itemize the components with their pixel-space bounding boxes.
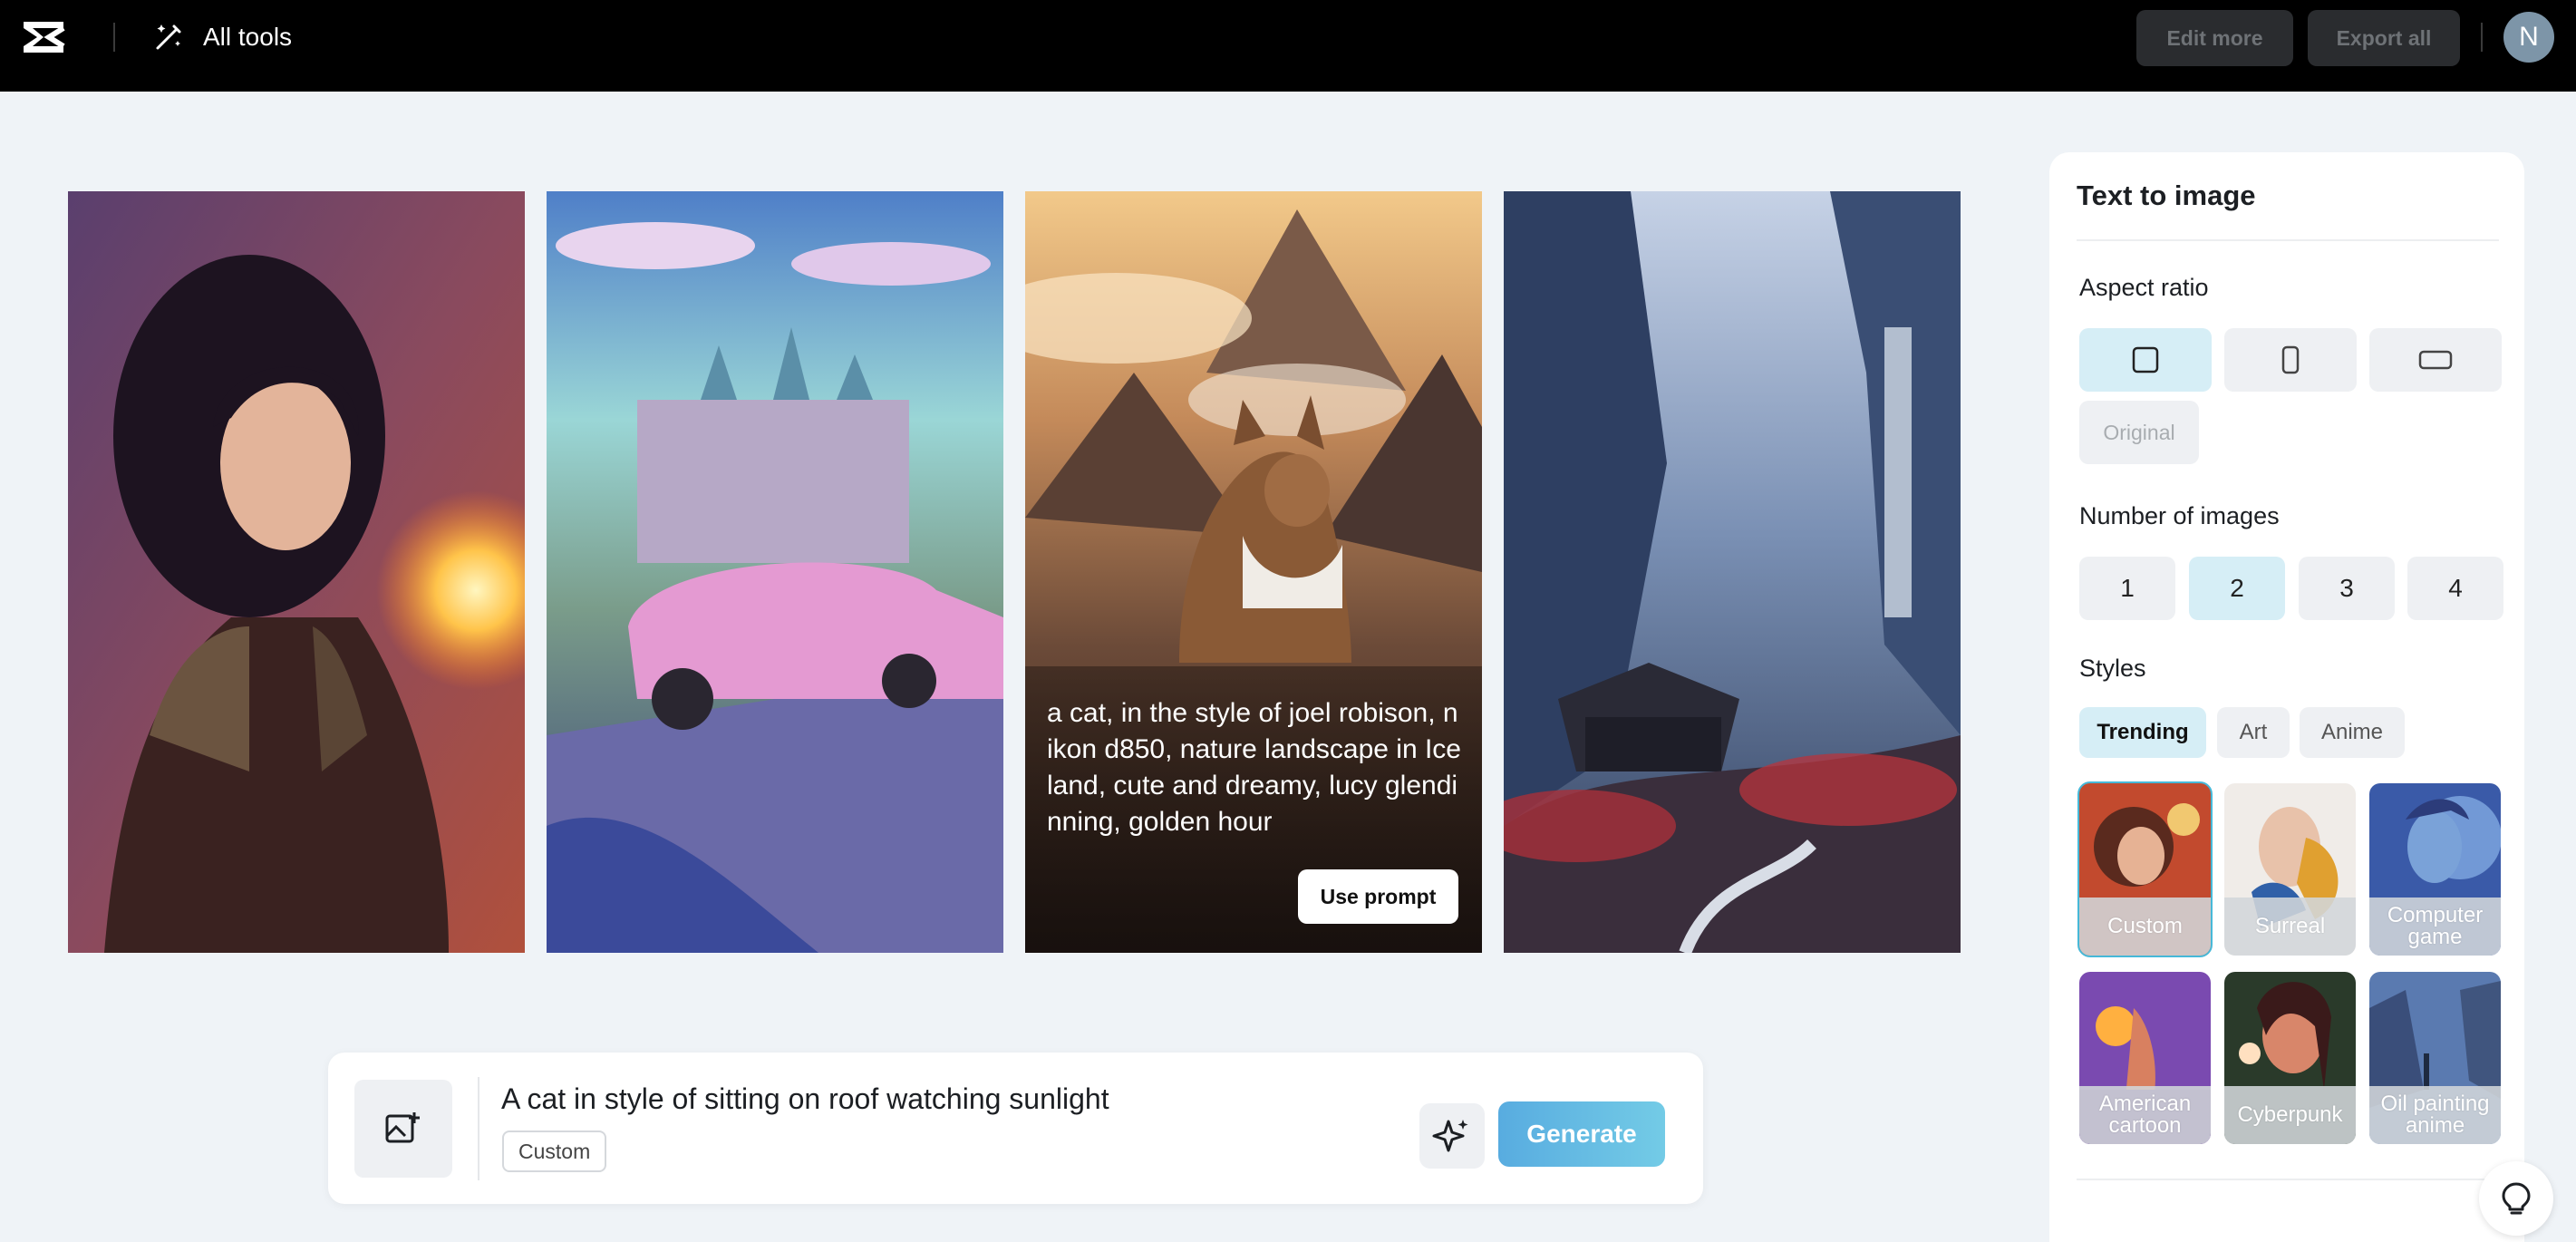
style-card-label: Computer game bbox=[2369, 898, 2501, 956]
image-count-1[interactable]: 1 bbox=[2079, 557, 2175, 620]
capcut-logo-icon[interactable] bbox=[20, 18, 67, 56]
image-count-3[interactable]: 3 bbox=[2299, 557, 2395, 620]
style-card-label: Cyberpunk bbox=[2224, 1086, 2356, 1144]
style-card-american-cartoon[interactable]: American cartoon bbox=[2079, 972, 2211, 1144]
aspect-original-option[interactable]: Original bbox=[2079, 401, 2199, 464]
style-card-label: Custom bbox=[2079, 898, 2211, 956]
style-card-label: Oil painting anime bbox=[2369, 1086, 2501, 1144]
style-card-surreal[interactable]: Surreal bbox=[2224, 783, 2356, 956]
add-image-icon bbox=[385, 1112, 420, 1143]
export-all-button[interactable]: Export all bbox=[2308, 10, 2460, 66]
tab-trending[interactable]: Trending bbox=[2079, 707, 2206, 758]
panel-divider bbox=[2077, 239, 2499, 241]
image-prompt-text: a cat, in the style of joel robison, nik… bbox=[1047, 698, 1461, 837]
tab-art[interactable]: Art bbox=[2217, 707, 2290, 758]
image-count-2[interactable]: 2 bbox=[2189, 557, 2285, 620]
use-prompt-button[interactable]: Use prompt bbox=[1298, 869, 1458, 924]
tab-anime[interactable]: Anime bbox=[2300, 707, 2405, 758]
magic-wand-icon bbox=[156, 24, 181, 50]
aspect-square-option[interactable] bbox=[2079, 328, 2212, 392]
square-ratio-icon bbox=[2132, 346, 2159, 374]
style-card-computer-game[interactable]: Computer game bbox=[2369, 783, 2501, 956]
topbar-divider bbox=[2481, 23, 2483, 52]
aspect-portrait-option[interactable] bbox=[2224, 328, 2357, 392]
style-card-oil-painting-anime[interactable]: Oil painting anime bbox=[2369, 972, 2501, 1144]
generated-image-4[interactable] bbox=[1504, 191, 1961, 953]
misty-valley-image bbox=[1504, 191, 1961, 953]
style-card-label: Surreal bbox=[2224, 898, 2356, 956]
pink-car-castle-image bbox=[547, 191, 1003, 953]
aspect-landscape-option[interactable] bbox=[2369, 328, 2502, 392]
image-count-4[interactable]: 4 bbox=[2407, 557, 2503, 620]
add-reference-image-button[interactable] bbox=[354, 1080, 452, 1178]
generated-image-3[interactable]: a cat, in the style of joel robison, nik… bbox=[1025, 191, 1482, 953]
number-of-images-label: Number of images bbox=[2079, 502, 2280, 529]
panel-title: Text to image bbox=[2077, 180, 2256, 211]
prompt-bar-divider bbox=[478, 1077, 479, 1180]
style-card-label: American cartoon bbox=[2079, 1086, 2211, 1144]
prompt-bar: A cat in style of sitting on roof watchi… bbox=[328, 1053, 1703, 1204]
portrait-ratio-icon bbox=[2281, 345, 2300, 374]
lightbulb-icon bbox=[2502, 1182, 2531, 1215]
tips-button[interactable] bbox=[2479, 1161, 2553, 1236]
landscape-ratio-icon bbox=[2418, 350, 2453, 370]
generated-image-2[interactable] bbox=[547, 191, 1003, 953]
sparkle-icon bbox=[1432, 1120, 1468, 1152]
generate-button[interactable]: Generate bbox=[1498, 1101, 1665, 1167]
user-avatar[interactable]: N bbox=[2503, 12, 2554, 63]
style-card-custom[interactable]: Custom bbox=[2077, 781, 2213, 957]
styles-label: Styles bbox=[2079, 655, 2146, 682]
aspect-ratio-label: Aspect ratio bbox=[2079, 274, 2209, 301]
generated-image-1[interactable] bbox=[68, 191, 525, 953]
top-bar: All tools Edit more Export all N bbox=[0, 0, 2576, 92]
selected-style-chip[interactable]: Custom bbox=[502, 1130, 607, 1172]
panel-divider bbox=[2077, 1179, 2499, 1180]
style-card-cyberpunk[interactable]: Cyberpunk bbox=[2224, 972, 2356, 1144]
warrior-woman-image bbox=[68, 191, 525, 953]
all-tools-button[interactable]: All tools bbox=[152, 18, 292, 56]
all-tools-label: All tools bbox=[203, 23, 293, 51]
topbar-divider bbox=[113, 23, 115, 52]
enhance-prompt-button[interactable] bbox=[1419, 1103, 1485, 1169]
prompt-input[interactable]: A cat in style of sitting on roof watchi… bbox=[501, 1082, 1109, 1116]
text-to-image-panel: Text to image Aspect ratio Original Numb… bbox=[2049, 152, 2524, 1242]
edit-more-button[interactable]: Edit more bbox=[2136, 10, 2293, 66]
